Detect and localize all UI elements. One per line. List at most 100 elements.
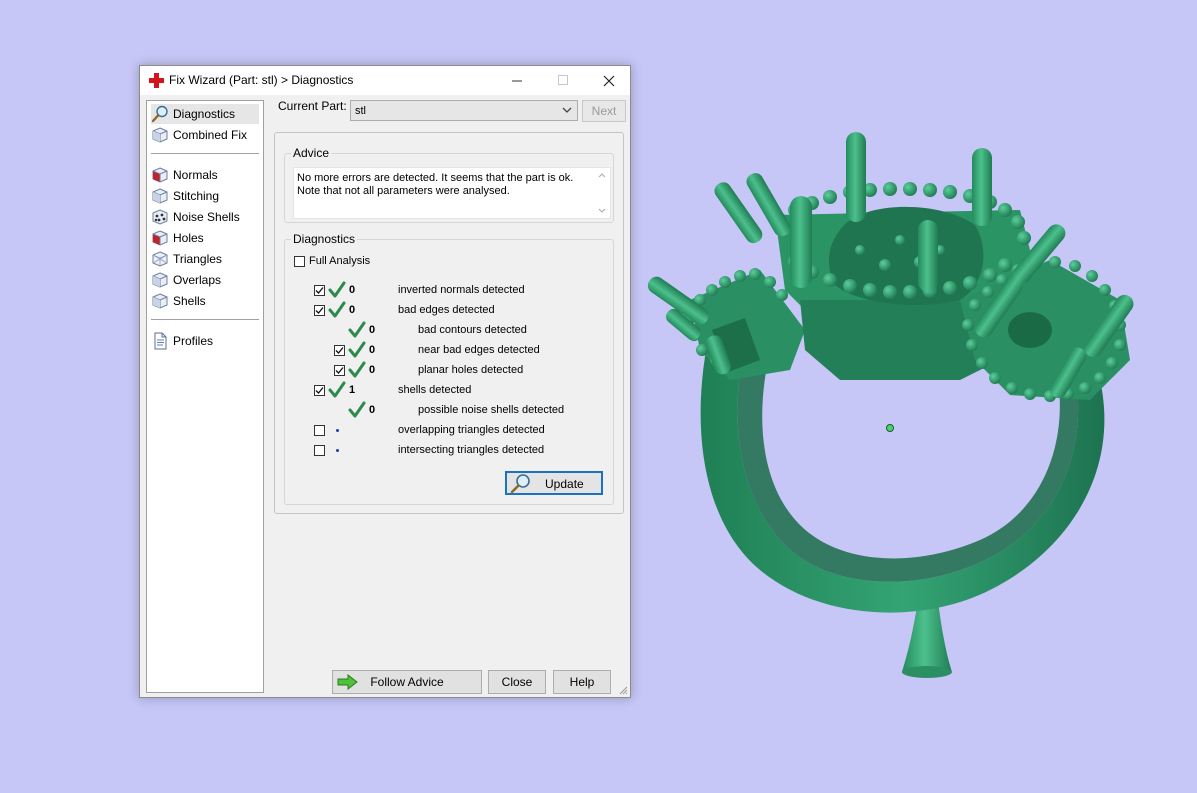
diag-row-overlapping-triangles-detected: overlapping triangles detected <box>314 421 604 439</box>
fix-wizard-dialog: Fix Wizard (Part: stl) > Diagnostics Dia… <box>139 65 631 698</box>
dotted-cube-icon <box>152 209 168 225</box>
diagnostics-group: Diagnostics Full Analysis 0 inverted norm… <box>284 232 614 505</box>
sidebar-item-label: Normals <box>173 168 218 182</box>
maximize-button[interactable] <box>540 66 586 95</box>
diag-label: inverted normals detected <box>398 284 525 296</box>
current-part-select[interactable]: stl <box>350 100 578 121</box>
close-icon <box>603 75 615 86</box>
sidebar-item-label: Overlaps <box>173 273 222 287</box>
close-button[interactable]: Close <box>488 670 546 694</box>
checkmark-icon <box>315 386 324 394</box>
diag-checkbox[interactable] <box>314 444 325 456</box>
sidebar-item-label: Shells <box>173 294 206 308</box>
sidebar-item-shells[interactable]: Shells <box>151 291 259 311</box>
diag-checkbox[interactable] <box>334 344 345 356</box>
cube-icon <box>152 293 168 309</box>
checkmark-icon <box>335 366 344 374</box>
sidebar-item-diagnostics[interactable]: Diagnostics <box>151 104 259 124</box>
sidebar-item-profiles[interactable]: Profiles <box>151 331 259 351</box>
advice-text-box[interactable]: No more errors are detected. It seems th… <box>293 167 611 219</box>
checkmark-icon <box>315 306 324 314</box>
red-cross-icon <box>149 73 164 88</box>
diag-label: shells detected <box>398 384 472 396</box>
sidebar-icon-wrap <box>151 105 169 123</box>
sidebar-item-normals[interactable]: Normals <box>151 165 259 185</box>
diag-row-bad-edges-detected: 0 bad edges detected <box>314 301 604 319</box>
diag-label: intersecting triangles detected <box>398 444 545 456</box>
advice-scrollbar[interactable] <box>596 171 608 215</box>
sidebar-divider <box>151 319 259 320</box>
diag-count: 0 <box>349 304 356 316</box>
resize-grip-icon[interactable] <box>618 685 628 695</box>
help-button[interactable]: Help <box>553 670 611 694</box>
green-check-icon <box>348 321 366 338</box>
diag-checkbox[interactable] <box>314 424 325 436</box>
current-part-label: Current Part: <box>278 99 347 113</box>
title-bar[interactable]: Fix Wizard (Part: stl) > Diagnostics <box>140 66 630 95</box>
diag-count: 1 <box>349 384 356 396</box>
sidebar-item-label: Noise Shells <box>173 210 240 224</box>
diag-row-intersecting-triangles-detected: intersecting triangles detected <box>314 441 604 459</box>
current-part-value: stl <box>355 104 366 117</box>
diag-label: planar holes detected <box>418 364 524 376</box>
diag-checkbox[interactable] <box>314 304 325 316</box>
checkmark-icon <box>315 286 324 294</box>
document-icon <box>154 332 167 350</box>
next-button[interactable]: Next <box>582 100 626 122</box>
advice-group: Advice No more errors are detected. It s… <box>284 146 614 223</box>
update-button[interactable]: Update <box>505 471 603 495</box>
diag-count: 0 <box>369 344 376 356</box>
cube-icon <box>152 127 168 143</box>
follow-advice-button[interactable]: Follow Advice <box>332 670 482 694</box>
minimize-icon <box>511 80 522 82</box>
sidebar-icon-wrap <box>151 208 169 226</box>
cube-red-face-icon <box>152 230 168 246</box>
sidebar-icon-wrap <box>151 229 169 247</box>
magnifier-icon <box>151 105 168 123</box>
minimize-button[interactable] <box>494 66 540 95</box>
diag-count: 0 <box>369 404 376 416</box>
diag-label: possible noise shells detected <box>418 404 565 416</box>
green-check-icon <box>348 341 366 358</box>
sidebar-icon-wrap <box>151 250 169 268</box>
green-check-icon <box>348 361 366 378</box>
sidebar-icon-wrap <box>151 187 169 205</box>
main-panel: Advice No more errors are detected. It s… <box>274 132 624 514</box>
sidebar-item-label: Profiles <box>173 334 214 348</box>
full-analysis-checkbox[interactable] <box>294 255 305 267</box>
magnifier-icon <box>510 474 530 494</box>
full-analysis-option[interactable]: Full Analysis <box>294 252 370 270</box>
sidebar-item-label: Holes <box>173 231 204 245</box>
sidebar-icon-wrap <box>151 271 169 289</box>
green-check-icon <box>328 301 346 318</box>
diag-label: near bad edges detected <box>418 344 540 356</box>
checkmark-icon <box>335 346 344 354</box>
sidebar-item-holes[interactable]: Holes <box>151 228 259 248</box>
diag-label: bad edges detected <box>398 304 495 316</box>
diag-checkbox[interactable] <box>314 284 325 296</box>
window-title: Fix Wizard (Part: stl) > Diagnostics <box>169 73 354 87</box>
follow-advice-label: Follow Advice <box>370 675 444 689</box>
full-analysis-label: Full Analysis <box>309 255 371 267</box>
chevron-down-icon <box>562 107 572 113</box>
cube-red-face-icon <box>152 167 168 183</box>
close-window-button[interactable] <box>586 66 632 95</box>
sidebar-item-label: Combined Fix <box>173 128 248 142</box>
sidebar-item-triangles[interactable]: Triangles <box>151 249 259 269</box>
diag-count: 0 <box>349 284 356 296</box>
cube-icon <box>152 272 168 288</box>
update-label: Update <box>545 477 584 491</box>
diag-label: bad contours detected <box>418 324 527 336</box>
pending-indicator <box>328 428 346 432</box>
green-check-icon <box>328 381 346 398</box>
diag-checkbox[interactable] <box>314 384 325 396</box>
sidebar-icon-wrap <box>151 126 169 144</box>
sidebar-item-overlaps[interactable]: Overlaps <box>151 270 259 290</box>
sidebar-item-stitching[interactable]: Stitching <box>151 186 259 206</box>
diag-row-possible-noise-shells-detected: 0 possible noise shells detected <box>334 401 604 419</box>
green-check-icon <box>348 401 366 418</box>
sidebar-item-noise-shells[interactable]: Noise Shells <box>151 207 259 227</box>
sidebar-item-combined-fix[interactable]: Combined Fix <box>151 125 259 145</box>
diag-row-inverted-normals-detected: 0 inverted normals detected <box>314 281 604 299</box>
diag-checkbox[interactable] <box>334 364 345 376</box>
